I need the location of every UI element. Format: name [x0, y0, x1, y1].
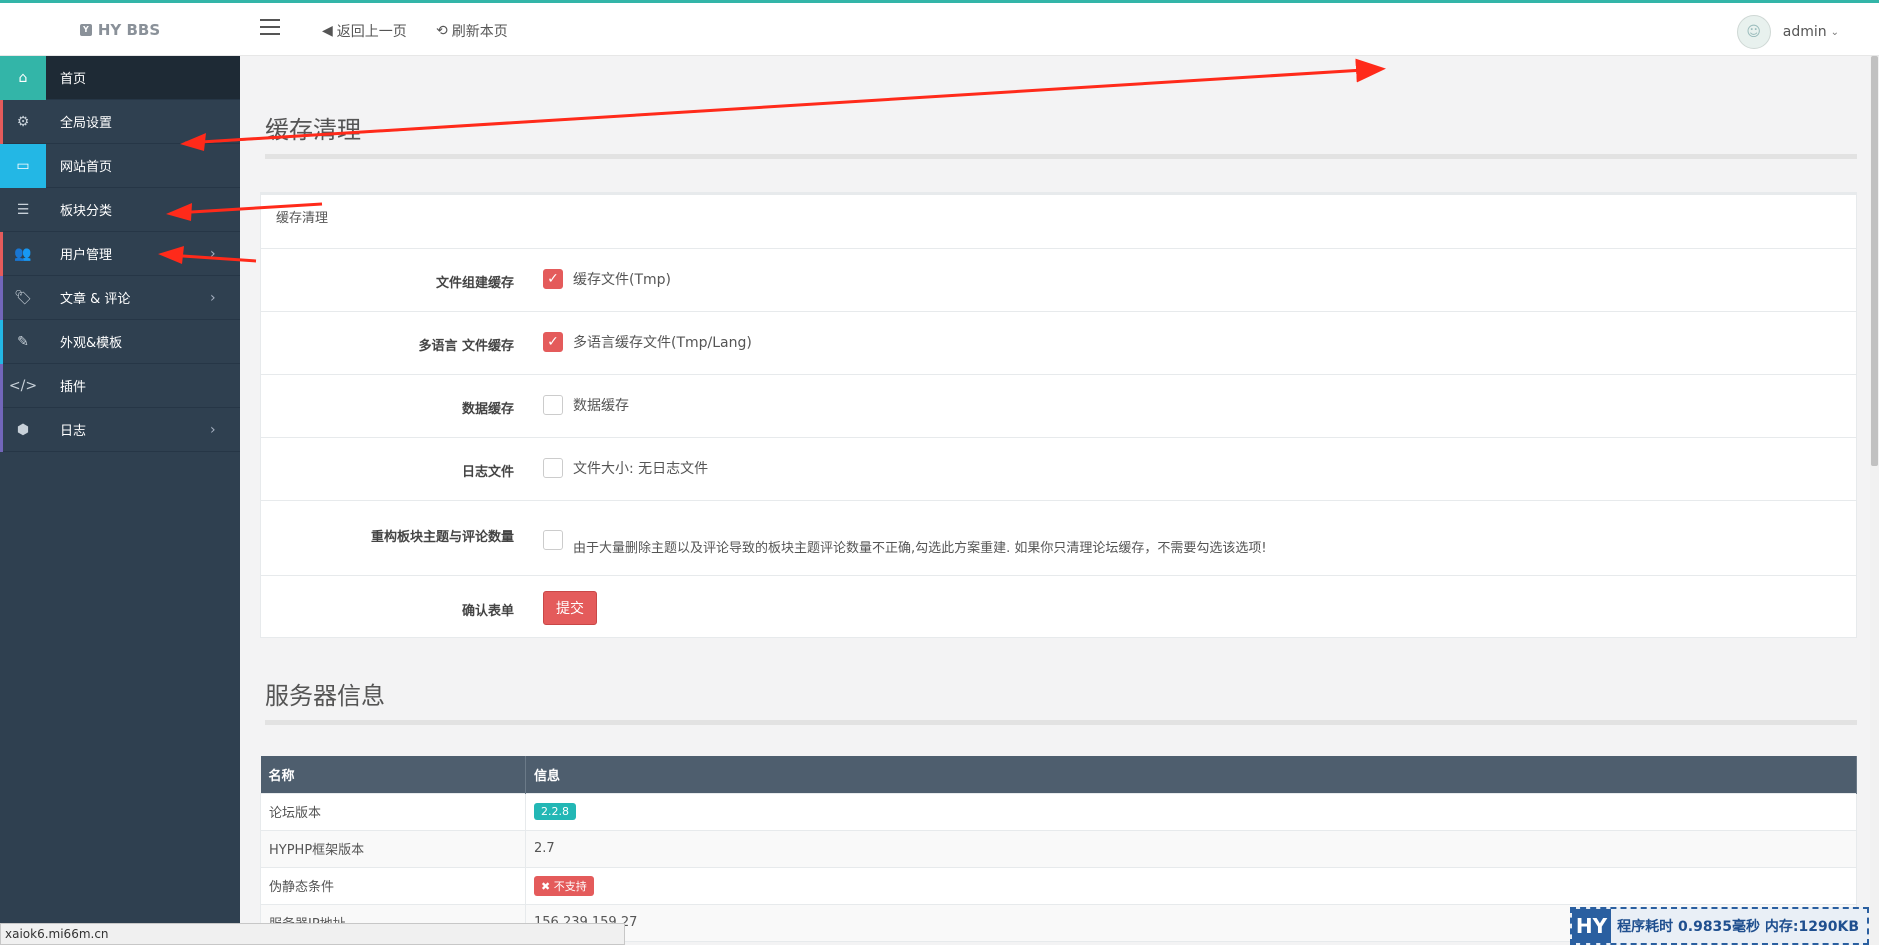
checkbox-option[interactable]: ✓ 多语言缓存文件(Tmp/Lang)	[543, 332, 752, 352]
sidebar-item-home[interactable]: ⌂ 首页	[0, 55, 240, 100]
cell-value: 2.7	[525, 829, 1857, 868]
cube-icon: ⬢	[16, 421, 30, 438]
table-header-row: 名称 信息	[260, 756, 1857, 793]
username: admin	[1782, 24, 1827, 40]
form-row: 确认表单 提交	[261, 576, 1856, 640]
menu-toggle-icon[interactable]	[260, 19, 280, 35]
sidebar: ⌂ 首页 ⚙ 全局设置 ▭ 网站首页 ☰ 板块分类 👥 用户管理 › 🏷 文章 …	[0, 55, 240, 945]
main-content: 缓存清理 缓存清理 文件组建缓存 ✓ 缓存文件(Tmp) 多语言 文件缓存 ✓ …	[240, 56, 1879, 945]
back-icon: ◀	[322, 23, 333, 39]
sidebar-item-plugins[interactable]: </> 插件	[0, 364, 240, 408]
checkbox-option[interactable]: 由于大量删除主题以及评论导致的板块主题评论数量不正确,勾选此方案重建. 如果你只…	[543, 523, 1267, 556]
sidebar-item-label: 文章 & 评论	[60, 292, 131, 307]
sidebar-item-label: 网站首页	[60, 160, 113, 175]
sidebar-item-label: 插件	[60, 380, 87, 395]
refresh-link-label: 刷新本页	[451, 24, 508, 40]
checkbox-option[interactable]: 数据缓存	[543, 395, 629, 415]
browser-status-bar: xaiok6.mi66m.cn	[0, 923, 625, 945]
refresh-link[interactable]: ⟲ 刷新本页	[436, 21, 508, 41]
sidebar-item-label: 板块分类	[60, 204, 113, 219]
refresh-icon: ⟲	[436, 23, 448, 39]
form-row: 日志文件 文件大小: 无日志文件	[261, 438, 1856, 501]
debug-logo: HY	[1571, 909, 1612, 943]
cell-name: 伪静态条件	[260, 866, 526, 905]
chevron-right-icon: ›	[210, 421, 216, 438]
option-label: 缓存文件(Tmp)	[573, 272, 671, 288]
sidebar-item-appearance-templates[interactable]: ✎ 外观&模板	[0, 320, 240, 364]
checkbox-option[interactable]: ✓ 缓存文件(Tmp)	[543, 269, 671, 289]
checkbox-unchecked[interactable]	[543, 529, 563, 550]
code-icon: </>	[8, 377, 38, 394]
sidebar-item-forum-categories[interactable]: ☰ 板块分类	[0, 188, 240, 232]
row-label: 日志文件	[461, 465, 514, 480]
row-label: 数据缓存	[461, 402, 514, 417]
table-row: 论坛版本 2.2.8	[260, 792, 1857, 831]
form-row: 数据缓存 数据缓存	[261, 375, 1856, 438]
debug-info-badge: HY 程序耗时 0.9835毫秒 内存:1290KB	[1569, 907, 1869, 945]
sidebar-item-logs[interactable]: ⬢ 日志 ›	[0, 408, 240, 452]
tags-icon: 🏷	[14, 289, 32, 306]
version-badge: 2.2.8	[534, 803, 576, 820]
column-header: 信息	[525, 756, 1857, 793]
debug-text: 程序耗时 0.9835毫秒 内存:1290KB	[1617, 919, 1859, 935]
sidebar-item-user-management[interactable]: 👥 用户管理 ›	[0, 232, 240, 276]
sidebar-item-label: 外观&模板	[60, 336, 123, 351]
submit-button[interactable]: 提交	[543, 591, 597, 625]
sidebar-item-label: 日志	[60, 424, 87, 439]
user-menu[interactable]: ☺ admin ⌄	[1736, 15, 1839, 49]
sidebar-item-site-home[interactable]: ▭ 网站首页	[0, 143, 240, 188]
cache-panel: 缓存清理 文件组建缓存 ✓ 缓存文件(Tmp) 多语言 文件缓存 ✓ 多语言缓存…	[260, 192, 1857, 638]
users-icon: 👥	[14, 245, 32, 262]
sidebar-item-label: 首页	[60, 72, 87, 87]
page-title: 缓存清理	[265, 116, 361, 144]
form-row: 重构板块主题与评论数量 由于大量删除主题以及评论导致的板块主题评论数量不正确,勾…	[261, 501, 1856, 576]
sidebar-item-label: 用户管理	[60, 248, 113, 263]
checkbox-checked[interactable]: ✓	[543, 332, 563, 352]
form-row: 文件组建缓存 ✓ 缓存文件(Tmp)	[261, 249, 1856, 312]
cell-name: 论坛版本	[260, 792, 526, 831]
row-label: 重构板块主题与评论数量	[370, 530, 514, 545]
chevron-right-icon: ›	[210, 289, 216, 306]
monitor-icon: ▭	[0, 143, 46, 188]
checkbox-unchecked[interactable]	[543, 458, 563, 478]
form-row: 多语言 文件缓存 ✓ 多语言缓存文件(Tmp/Lang)	[261, 312, 1856, 375]
sidebar-item-articles-comments[interactable]: 🏷 文章 & 评论 ›	[0, 276, 240, 320]
option-label: 由于大量删除主题以及评论导致的板块主题评论数量不正确,勾选此方案重建. 如果你只…	[573, 541, 1267, 556]
avatar: ☺	[1736, 15, 1771, 49]
table-row: HYPHP框架版本 2.7	[260, 829, 1857, 868]
brand-logo[interactable]: Y HY BBS	[0, 3, 240, 56]
chevron-right-icon: ›	[210, 245, 216, 262]
back-link-label: 返回上一页	[336, 24, 407, 40]
cell-name: HYPHP框架版本	[260, 829, 526, 868]
server-info-title: 服务器信息	[265, 682, 385, 710]
row-label: 文件组建缓存	[435, 276, 514, 291]
gear-icon: ⚙	[16, 113, 30, 130]
list-icon: ☰	[16, 201, 30, 218]
option-label: 文件大小: 无日志文件	[573, 461, 709, 477]
home-icon: ⌂	[0, 55, 46, 100]
top-navbar: Y HY BBS ◀ 返回上一页 ⟲ 刷新本页 ☺ admin ⌄	[0, 0, 1879, 56]
brand-name: HY BBS	[97, 20, 161, 39]
sidebar-item-global-settings[interactable]: ⚙ 全局设置	[0, 100, 240, 144]
column-header: 名称	[260, 756, 526, 793]
status-badge: ✖ 不支持	[534, 875, 594, 896]
back-link[interactable]: ◀ 返回上一页	[322, 21, 407, 41]
checkbox-checked[interactable]: ✓	[543, 269, 563, 289]
checkbox-unchecked[interactable]	[543, 395, 563, 415]
scrollbar-thumb[interactable]	[1871, 56, 1878, 466]
scrollbar[interactable]	[1870, 56, 1879, 945]
brush-icon: ✎	[17, 333, 29, 350]
checkbox-option[interactable]: 文件大小: 无日志文件	[543, 458, 708, 478]
row-label: 多语言 文件缓存	[418, 339, 514, 354]
row-label: 确认表单	[461, 604, 514, 619]
chevron-down-icon: ⌄	[1830, 26, 1839, 38]
option-label: 多语言缓存文件(Tmp/Lang)	[573, 335, 752, 351]
title-divider	[265, 154, 1857, 159]
option-label: 数据缓存	[573, 398, 629, 414]
sidebar-item-label: 全局设置	[60, 116, 113, 131]
table-row: 伪静态条件 ✖ 不支持	[260, 866, 1857, 905]
panel-heading: 缓存清理	[261, 195, 1856, 249]
title-divider	[265, 720, 1857, 725]
brand-mark-icon: Y	[79, 23, 92, 36]
